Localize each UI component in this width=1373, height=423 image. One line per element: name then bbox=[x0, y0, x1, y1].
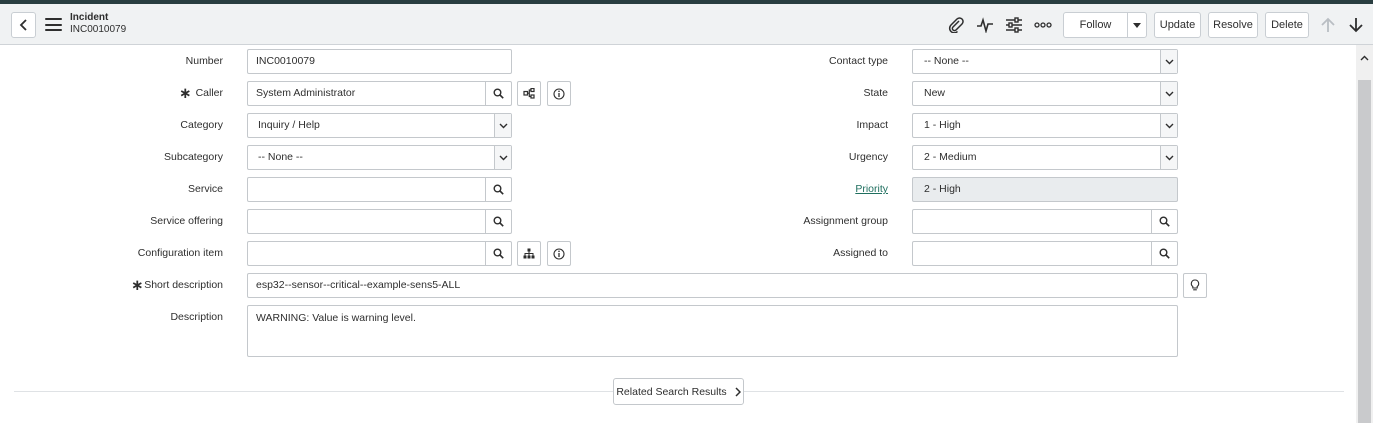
hierarchy-icon bbox=[523, 88, 535, 99]
arrow-down-icon[interactable] bbox=[1346, 16, 1366, 34]
impact-select[interactable]: 1 - High bbox=[912, 113, 1178, 138]
scroll-up-arrow[interactable] bbox=[1356, 50, 1373, 66]
settings-icon[interactable] bbox=[1004, 16, 1024, 34]
caller-field[interactable]: System Administrator bbox=[247, 81, 512, 106]
chevron-down-icon bbox=[494, 146, 511, 169]
form-header: Incident INC0010079 Follow Update Resolv… bbox=[0, 4, 1373, 45]
caller-value: System Administrator bbox=[256, 87, 356, 99]
state-label: State bbox=[863, 87, 888, 99]
number-field[interactable]: INC0010079 bbox=[247, 49, 512, 74]
follow-dropdown-button[interactable] bbox=[1127, 12, 1147, 38]
category-select[interactable]: Inquiry / Help bbox=[247, 113, 512, 138]
suggestion-button[interactable] bbox=[1183, 273, 1207, 298]
assignment-group-field[interactable] bbox=[912, 209, 1178, 234]
form-title-label: Incident bbox=[70, 12, 109, 23]
search-icon bbox=[493, 216, 504, 227]
impact-value: 1 - High bbox=[924, 119, 961, 131]
configuration-item-map-button[interactable] bbox=[517, 241, 541, 266]
short-description-label: Short description bbox=[144, 279, 223, 291]
caller-label: Caller bbox=[195, 87, 223, 99]
priority-field: 2 - High bbox=[912, 177, 1178, 202]
assignment-group-label: Assignment group bbox=[803, 215, 888, 227]
description-label: Description bbox=[170, 311, 223, 323]
caller-info-button[interactable] bbox=[547, 81, 571, 106]
category-label: Category bbox=[180, 119, 223, 131]
form-number-label: INC0010079 bbox=[70, 24, 127, 35]
attachment-icon[interactable] bbox=[946, 16, 966, 34]
delete-button[interactable]: Delete bbox=[1265, 12, 1309, 38]
follow-button[interactable]: Follow bbox=[1063, 12, 1128, 38]
short-description-field[interactable]: esp32--sensor--critical--example-sens5-A… bbox=[247, 273, 1178, 298]
chevron-down-icon bbox=[1160, 114, 1177, 137]
search-icon bbox=[1159, 216, 1170, 227]
state-value: New bbox=[924, 87, 946, 99]
number-label: Number bbox=[185, 55, 223, 67]
priority-link[interactable]: Priority bbox=[855, 183, 888, 195]
service-label: Service bbox=[187, 183, 223, 195]
subcategory-label: Subcategory bbox=[164, 151, 223, 163]
back-icon bbox=[19, 19, 27, 31]
configuration-item-lookup-button[interactable] bbox=[485, 242, 511, 265]
service-field[interactable] bbox=[247, 177, 512, 202]
assigned-to-lookup-button[interactable] bbox=[1151, 242, 1177, 265]
chevron-down-icon bbox=[1160, 146, 1177, 169]
menu-icon[interactable] bbox=[45, 18, 62, 31]
hierarchy-icon bbox=[523, 248, 535, 259]
chevron-down-icon bbox=[1160, 82, 1177, 105]
caller-lookup-button[interactable] bbox=[485, 82, 511, 105]
search-icon bbox=[493, 248, 504, 259]
assigned-to-label: Assigned to bbox=[833, 247, 888, 259]
more-icon[interactable] bbox=[1033, 16, 1053, 34]
search-icon bbox=[493, 184, 504, 195]
urgency-label: Urgency bbox=[848, 151, 888, 163]
caret-down-icon bbox=[1133, 22, 1141, 28]
search-icon bbox=[493, 88, 504, 99]
assigned-to-field[interactable] bbox=[912, 241, 1178, 266]
info-icon bbox=[553, 87, 565, 100]
urgency-value: 2 - Medium bbox=[924, 151, 977, 163]
chevron-right-icon bbox=[735, 386, 741, 397]
service-offering-label: Service offering bbox=[150, 215, 223, 227]
chevron-down-icon bbox=[494, 114, 511, 137]
caller-hierarchy-button[interactable] bbox=[517, 81, 541, 106]
state-select[interactable]: New bbox=[912, 81, 1178, 106]
info-icon bbox=[553, 247, 565, 260]
description-field[interactable]: WARNING: Value is warning level. bbox=[247, 305, 1178, 357]
form-title: Incident INC0010079 bbox=[70, 12, 126, 36]
service-offering-lookup-button[interactable] bbox=[485, 210, 511, 233]
arrow-up-icon[interactable] bbox=[1318, 16, 1338, 34]
subcategory-value: -- None -- bbox=[258, 151, 303, 163]
configuration-item-field[interactable] bbox=[247, 241, 512, 266]
subcategory-select[interactable]: -- None -- bbox=[247, 145, 512, 170]
assignment-group-lookup-button[interactable] bbox=[1151, 210, 1177, 233]
chevron-down-icon bbox=[1160, 50, 1177, 73]
configuration-item-label: Configuration item bbox=[137, 247, 223, 259]
activity-icon[interactable] bbox=[975, 16, 995, 34]
back-button[interactable] bbox=[11, 12, 36, 38]
search-icon bbox=[1159, 248, 1170, 259]
related-search-results-button[interactable]: Related Search Results bbox=[613, 378, 744, 405]
service-lookup-button[interactable] bbox=[485, 178, 511, 201]
contact-type-value: -- None -- bbox=[924, 55, 969, 67]
priority-label[interactable]: Priority bbox=[760, 177, 888, 201]
category-value: Inquiry / Help bbox=[258, 119, 320, 131]
update-button[interactable]: Update bbox=[1154, 12, 1201, 38]
configuration-item-info-button[interactable] bbox=[547, 241, 571, 266]
impact-label: Impact bbox=[856, 119, 888, 131]
contact-type-select[interactable]: -- None -- bbox=[912, 49, 1178, 74]
resolve-button[interactable]: Resolve bbox=[1208, 12, 1258, 38]
related-search-results-label: Related Search Results bbox=[616, 385, 727, 398]
urgency-select[interactable]: 2 - Medium bbox=[912, 145, 1178, 170]
scrollbar-thumb[interactable] bbox=[1358, 80, 1371, 423]
lightbulb-icon bbox=[1190, 279, 1200, 291]
service-offering-field[interactable] bbox=[247, 209, 512, 234]
contact-type-label: Contact type bbox=[829, 55, 888, 67]
